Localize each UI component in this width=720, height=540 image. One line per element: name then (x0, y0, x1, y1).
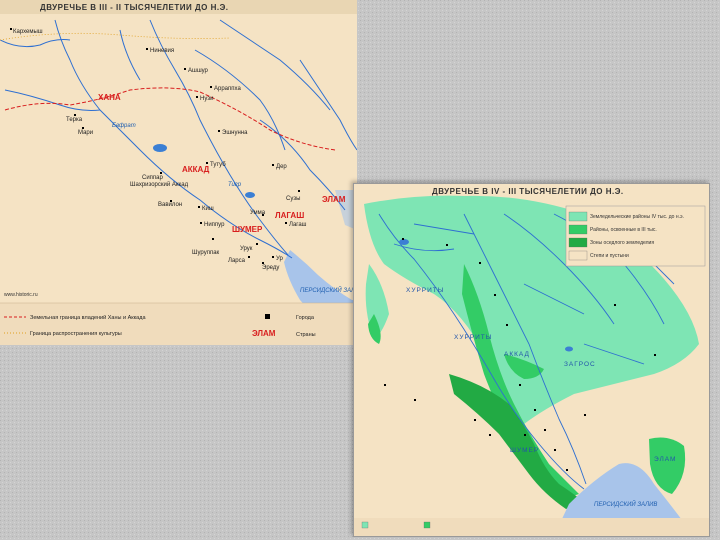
city-label: Ниппур (204, 222, 225, 228)
city-label: Эшнунна (222, 130, 248, 136)
legend-label: Земледельческие районы IV тыс. до н.э. (590, 213, 684, 220)
legend-label: Граница распространения культуры (30, 331, 122, 337)
map2-region-hurrity-2: ХУРРИТЫ (454, 334, 493, 341)
map1-region-elam: ЭЛАМ (322, 195, 346, 204)
map2-sea-label: ПЕРСИДСКИЙ ЗАЛИВ (594, 500, 657, 508)
legend-label: Страны (296, 332, 316, 338)
map1-region-akkad: АККАД (182, 165, 210, 174)
legend-city-sample (265, 314, 270, 319)
legend-swatch (568, 211, 588, 222)
city-label: Сиппар (142, 175, 164, 181)
city-label: Эреду (262, 265, 279, 271)
map2-canvas: ДВУРЕЧЬЕ В IV - III ТЫСЯЧЕЛЕТИИ ДО Н.Э. … (354, 187, 709, 536)
city-label: Лагаш (289, 222, 307, 228)
legend-region-sample: ЭЛАМ (252, 329, 276, 338)
map1-region-khana: ХАНА (98, 93, 121, 102)
map-mesopotamia-3-2-millennium: ДВУРЕЧЬЕ В III - II ТЫСЯЧЕЛЕТИИ ДО Н.Э. … (0, 0, 357, 345)
map1-canvas: ДВУРЕЧЬЕ В III - II ТЫСЯЧЕЛЕТИИ ДО Н.Э. … (0, 0, 357, 345)
map2-region-shumer: ШУМЕР (510, 447, 539, 454)
map2-region-elam: ЭЛАМ (654, 456, 676, 463)
city-label: Умма (250, 210, 266, 216)
city-label: Ларса (228, 258, 246, 264)
city-label: Ур (276, 256, 284, 262)
map1-credit: www.historic.ru (4, 292, 38, 298)
map2-title: ДВУРЕЧЬЕ В IV - III ТЫСЯЧЕЛЕТИИ ДО Н.Э. (432, 187, 624, 196)
map2-region-akkad: АККАД (504, 351, 530, 358)
map2-region-zagros: ЗАГРОС (564, 361, 596, 368)
map-mesopotamia-4-3-millennium: ДВУРЕЧЬЕ В IV - III ТЫСЯЧЕЛЕТИИ ДО Н.Э. … (353, 183, 710, 537)
map1-lake (153, 144, 167, 152)
legend-label: Города (296, 315, 315, 321)
city-label: Арраппха (214, 86, 241, 92)
city-label: Киш (202, 206, 214, 212)
legend-swatch (568, 224, 588, 235)
legend-swatch (568, 250, 588, 261)
city-label: Вавилон (158, 202, 182, 208)
city-label: Урук (240, 246, 253, 252)
city-label: Мари (78, 130, 93, 136)
city-label: Ниневия (150, 48, 174, 54)
city-label: Дер (276, 164, 287, 170)
city-label: Нузи (200, 96, 213, 102)
legend-label: Районы, освоенные в III тыс. (590, 226, 657, 233)
map1-river-tigris: Тигр (228, 182, 242, 188)
city-label: Сузы (286, 196, 300, 202)
city-label: Шуруппак (192, 250, 220, 256)
map1-title: ДВУРЕЧЬЕ В III - II ТЫСЯЧЕЛЕТИИ ДО Н.Э. (40, 3, 229, 12)
map1-region-shumer: ШУМЕР (232, 225, 263, 234)
map1-sea-label: ПЕРСИДСКИЙ ЗАЛИВ (300, 286, 357, 294)
city-label: Терка (66, 117, 83, 123)
city-label: Ашшур (188, 68, 209, 74)
map1-river-euphrates: Евфрат (112, 123, 136, 129)
map2-region-hurrity-1: ХУРРИТЫ (406, 287, 445, 294)
map1-region-lagash: ЛАГАШ (275, 211, 304, 220)
legend-label: Зоны оседлого земледелия (590, 240, 654, 246)
legend-swatch (568, 237, 588, 248)
city-label: Тутуб (210, 162, 226, 168)
city-label: Кархемыш (13, 29, 43, 35)
city-label: Шахризорский Аккад (130, 181, 189, 188)
legend-label: Земельная граница владений Ханы и Аккада (30, 314, 146, 321)
legend-label: Степи и пустыни (590, 253, 629, 259)
